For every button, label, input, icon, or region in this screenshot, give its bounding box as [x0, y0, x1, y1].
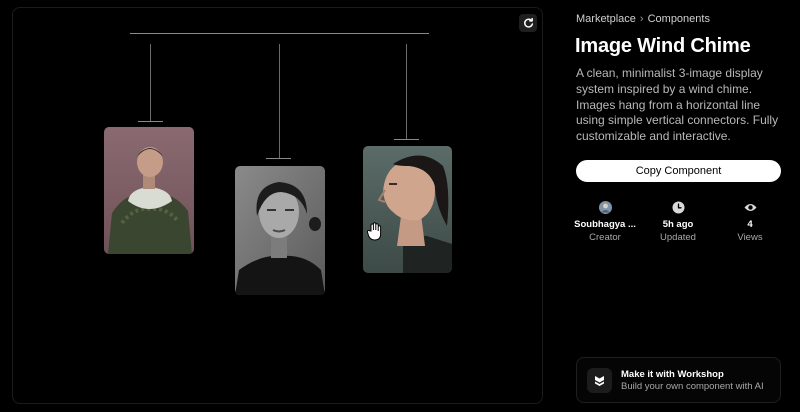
- breadcrumb-separator: ›: [639, 13, 644, 25]
- workshop-subtitle: Build your own component with AI: [621, 381, 764, 392]
- stat-views: 4 Views: [720, 201, 780, 243]
- breadcrumb-components-link[interactable]: Components: [648, 13, 710, 25]
- chime-connector-1: [138, 121, 163, 122]
- chime-string-3: [406, 44, 407, 139]
- refresh-preview-button[interactable]: [519, 14, 537, 32]
- views-value: 4: [747, 219, 753, 230]
- creator-name: Soubhagya ...: [574, 219, 636, 230]
- hand-cursor-icon: [366, 222, 382, 241]
- chime-string-1: [150, 44, 151, 121]
- avatar: [598, 201, 612, 214]
- chime-connector-3: [394, 139, 419, 140]
- breadcrumb-marketplace-link[interactable]: Marketplace: [576, 13, 636, 25]
- stat-updated: 5h ago Updated: [648, 201, 708, 243]
- component-description: A clean, minimalist 3-image display syst…: [576, 66, 779, 144]
- page-title: Image Wind Chime: [575, 35, 751, 57]
- chime-top-bar: [130, 33, 429, 34]
- workshop-card[interactable]: Make it with Workshop Build your own com…: [576, 357, 781, 403]
- chime-string-2: [279, 44, 280, 158]
- breadcrumb: Marketplace › Components: [576, 13, 710, 25]
- refresh-icon: [523, 17, 533, 28]
- chime-connector-2: [266, 158, 291, 159]
- chime-image-1[interactable]: [104, 127, 194, 254]
- eye-icon: [744, 204, 756, 211]
- copy-component-button[interactable]: Copy Component: [576, 160, 781, 182]
- updated-label: Updated: [660, 232, 696, 243]
- clock-icon: [672, 201, 684, 214]
- creator-label: Creator: [589, 232, 621, 243]
- chime-image-2[interactable]: [235, 166, 325, 295]
- views-label: Views: [737, 232, 763, 243]
- workshop-title: Make it with Workshop: [621, 369, 724, 380]
- updated-value: 5h ago: [662, 219, 694, 230]
- workshop-logo-icon: [587, 368, 612, 393]
- stat-creator[interactable]: Soubhagya ... Creator: [574, 201, 636, 243]
- chime-image-3[interactable]: [363, 146, 452, 273]
